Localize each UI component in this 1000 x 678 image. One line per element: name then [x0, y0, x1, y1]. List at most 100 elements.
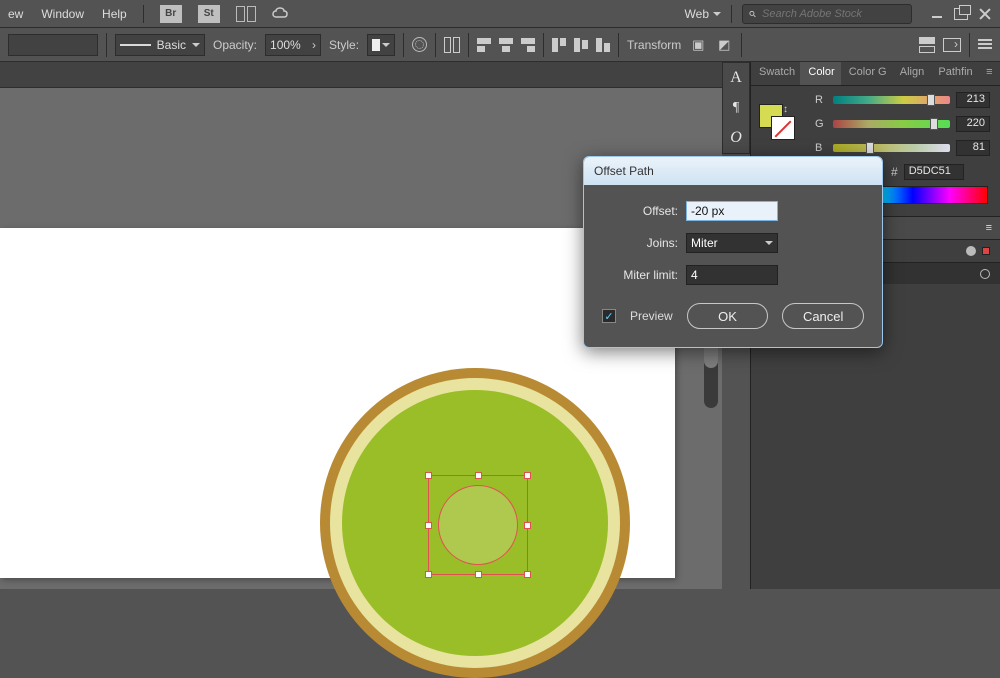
arrange-docs-icon[interactable] [236, 6, 256, 22]
g-value[interactable]: 220 [956, 116, 990, 132]
style-swatch-icon [372, 39, 380, 51]
gpu-preview-icon[interactable] [272, 7, 292, 21]
dialog-title: Offset Path [594, 164, 654, 178]
panel-menu-icon[interactable] [978, 39, 992, 51]
character-panel-icon[interactable]: A [723, 63, 749, 93]
opacity-field[interactable]: 100% › [265, 34, 321, 56]
align-vcenter-icon[interactable] [574, 38, 588, 52]
shape-mode-icon[interactable]: ▣ [689, 36, 707, 54]
panel-expand-icon[interactable] [943, 38, 961, 52]
handle-ne[interactable] [524, 472, 531, 479]
align-left-icon[interactable] [477, 38, 491, 52]
miter-limit-input[interactable] [686, 265, 778, 285]
miter-limit-label: Miter limit: [602, 268, 686, 282]
panel-grid-icon[interactable] [919, 37, 935, 53]
stroke-profile-label: Basic [157, 38, 186, 52]
hex-hash: # [891, 165, 898, 179]
menu-view[interactable]: ew [8, 7, 23, 21]
chevron-down-icon [192, 43, 200, 47]
document-tabstrip[interactable] [0, 62, 722, 88]
bridge-icon[interactable]: Br [160, 5, 182, 23]
window-buttons [930, 8, 992, 20]
separator [106, 33, 107, 57]
isolate-icon[interactable]: ◩ [715, 36, 733, 54]
handle-n[interactable] [475, 472, 482, 479]
stroke-swatch[interactable] [771, 116, 795, 140]
canvas[interactable] [0, 88, 682, 589]
color-panel-tabs: Swatch Color Color G Align Pathfin ≡ [751, 62, 1000, 86]
handle-s[interactable] [475, 571, 482, 578]
tab-color-guide[interactable]: Color G [841, 62, 892, 85]
tab-pathfinder[interactable]: Pathfin [930, 62, 978, 85]
separator [468, 33, 469, 57]
selection-indicator [982, 247, 990, 255]
search-icon [749, 8, 756, 20]
cancel-button[interactable]: Cancel [782, 303, 864, 329]
preview-checkbox[interactable]: ✓ [602, 309, 616, 323]
stock-icon[interactable]: St [198, 5, 220, 23]
graphic-style[interactable] [367, 34, 395, 56]
align-top-icon[interactable] [552, 38, 566, 52]
stock-search[interactable] [742, 4, 912, 24]
joins-select[interactable]: Miter [686, 233, 778, 253]
hex-value[interactable]: D5DC51 [904, 164, 964, 180]
panel-menu-icon[interactable]: ≡ [978, 62, 1000, 85]
handle-e[interactable] [524, 522, 531, 529]
menu-items: ew Window Help [8, 7, 127, 21]
b-slider[interactable] [833, 144, 950, 152]
swap-fill-stroke-icon[interactable]: ↕ [783, 104, 788, 115]
align-panel-icon[interactable] [444, 37, 460, 53]
menu-window[interactable]: Window [41, 7, 84, 21]
separator [731, 5, 732, 23]
fill-stroke-swatch[interactable] [8, 34, 98, 56]
opentype-panel-icon[interactable]: O [723, 123, 749, 153]
target-icon[interactable] [966, 246, 976, 256]
r-value[interactable]: 213 [956, 92, 990, 108]
recolor-icon[interactable] [412, 37, 427, 52]
dialog-titlebar[interactable]: Offset Path [584, 157, 882, 185]
separator [435, 33, 436, 57]
tab-color[interactable]: Color [800, 62, 840, 85]
stroke-preview-icon [120, 44, 151, 46]
type-panels-strip: A ¶ O [722, 62, 750, 154]
style-label: Style: [329, 38, 359, 52]
close-icon[interactable] [978, 8, 992, 20]
ok-button[interactable]: OK [687, 303, 769, 329]
offset-label: Offset: [602, 204, 686, 218]
transform-label[interactable]: Transform [627, 38, 681, 52]
handle-w[interactable] [425, 522, 432, 529]
menu-help[interactable]: Help [102, 7, 127, 21]
handle-nw[interactable] [425, 472, 432, 479]
align-hcenter-icon[interactable] [499, 38, 513, 52]
tab-swatches[interactable]: Swatch [751, 62, 800, 85]
handle-sw[interactable] [425, 571, 432, 578]
align-right-icon[interactable] [521, 38, 535, 52]
paragraph-panel-icon[interactable]: ¶ [723, 93, 749, 123]
offset-input[interactable] [686, 201, 778, 221]
target-icon[interactable] [980, 269, 990, 279]
offset-path-dialog: Offset Path Offset: Joins: Miter Miter l… [583, 156, 883, 348]
g-label: G [815, 118, 827, 130]
handle-se[interactable] [524, 571, 531, 578]
selection-bbox[interactable] [428, 475, 528, 575]
menubar: ew Window Help Br St Web [0, 0, 1000, 28]
minimize-icon[interactable] [930, 8, 944, 20]
stock-search-input[interactable] [762, 8, 905, 20]
maximize-icon[interactable] [954, 8, 968, 20]
b-value[interactable]: 81 [956, 140, 990, 156]
g-slider[interactable] [833, 120, 950, 128]
workspace-label: Web [685, 7, 709, 21]
fill-stroke-proxy[interactable]: ↕ [759, 104, 797, 142]
r-slider[interactable] [833, 96, 950, 104]
separator [618, 33, 619, 57]
r-label: R [815, 94, 827, 106]
tab-align[interactable]: Align [892, 62, 931, 85]
panel-menu-icon[interactable]: ≡ [986, 222, 992, 234]
stroke-profile[interactable]: Basic [115, 34, 205, 56]
align-bottom-icon[interactable] [596, 38, 610, 52]
separator [969, 33, 970, 57]
chevron-down-icon [713, 12, 721, 16]
opacity-label: Opacity: [213, 38, 257, 52]
workspace-switcher[interactable]: Web [685, 7, 721, 21]
separator [543, 33, 544, 57]
